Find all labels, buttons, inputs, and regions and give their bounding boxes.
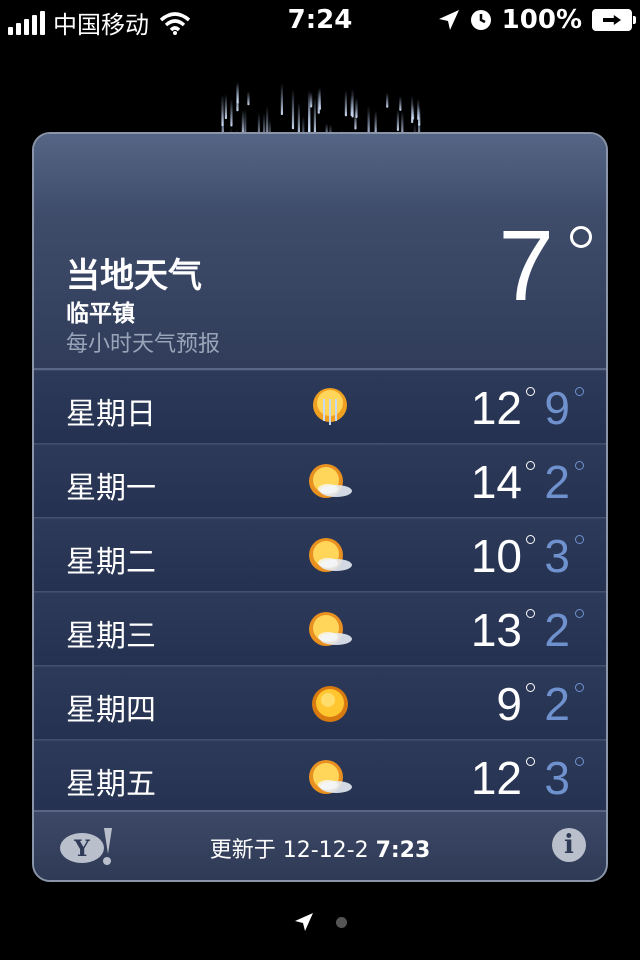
degree-symbol <box>575 461 584 470</box>
degree-symbol <box>526 757 535 766</box>
raindrop <box>297 102 300 136</box>
forecast-row: 星期五 12 3 <box>34 740 606 814</box>
raindrop <box>411 95 414 123</box>
card-footer: Y 更新于 12-12-2 7:23 i <box>34 810 606 880</box>
forecast-low: 2 <box>544 456 570 508</box>
raindrop <box>236 83 239 104</box>
forecast-high: 9 <box>496 678 522 730</box>
raindrop <box>399 96 402 111</box>
info-button[interactable]: i <box>552 828 586 862</box>
partly-cloudy-icon <box>309 464 352 498</box>
forecast-row: 星期四 9 2 <box>34 666 606 740</box>
raindrop <box>236 81 239 112</box>
location-icon <box>438 10 459 30</box>
forecast-row: 星期一 14 2 <box>34 444 606 518</box>
partly-cloudy-icon <box>309 760 352 794</box>
partly-cloudy-icon <box>309 612 352 646</box>
degree-symbol <box>526 461 535 470</box>
alarm-icon <box>470 10 491 30</box>
current-temperature: 7 <box>498 210 554 322</box>
forecast-row: 星期二 10 3 <box>34 518 606 592</box>
forecast-day: 星期二 <box>66 545 156 580</box>
raindrop <box>291 88 295 130</box>
current-conditions: 当地天气 临平镇 每小时天气预报 7 <box>34 134 606 370</box>
raindrop <box>318 87 322 110</box>
raindrop <box>417 98 420 120</box>
raindrop <box>230 98 233 127</box>
sunny-icon <box>312 686 348 722</box>
degree-symbol <box>575 683 584 692</box>
weather-card[interactable]: 当地天气 临平镇 每小时天气预报 7 星期日 12 9 星期一 14 2 星期二… <box>32 132 608 882</box>
updated-label: 更新于 <box>209 838 276 863</box>
degree-symbol <box>575 757 584 766</box>
raindrop <box>313 97 317 136</box>
degree-symbol <box>575 535 584 544</box>
degree-symbol <box>575 609 584 618</box>
forecast-low: 2 <box>544 604 570 656</box>
raindrop <box>344 90 348 117</box>
raindrop <box>310 92 313 108</box>
forecast-low: 3 <box>544 752 570 804</box>
forecast-row: 星期日 12 9 <box>34 370 606 444</box>
degree-symbol <box>570 226 592 248</box>
location-page-icon[interactable] <box>294 912 314 932</box>
forecast-day: 星期五 <box>66 767 156 802</box>
degree-symbol <box>575 387 584 396</box>
rain-sun-icon <box>313 388 347 425</box>
forecast-high: 14 <box>470 456 522 508</box>
forecast-day: 星期日 <box>66 397 156 432</box>
page-dot[interactable] <box>335 916 347 928</box>
raindrop <box>386 92 389 108</box>
raindrop <box>396 109 400 131</box>
updated-date: 12-12-2 <box>282 838 369 863</box>
raindrop <box>351 88 354 118</box>
partly-cloudy-icon <box>309 538 352 572</box>
forecast-day: 星期一 <box>66 471 156 506</box>
page-indicator[interactable] <box>0 912 640 932</box>
degree-symbol <box>526 609 535 618</box>
degree-symbol <box>526 535 535 544</box>
raindrop <box>308 89 311 134</box>
forecast-low: 3 <box>544 530 570 582</box>
raindrop <box>411 104 415 120</box>
status-bar: 中国移动 7:24 100% <box>0 0 640 40</box>
raindrop <box>221 94 224 127</box>
degree-symbol <box>526 387 535 396</box>
forecast-high: 13 <box>470 604 522 656</box>
forecast-high: 12 <box>470 752 522 804</box>
hourly-forecast-link[interactable]: 每小时天气预报 <box>66 326 220 358</box>
last-updated: 更新于 12-12-2 7:23 <box>34 832 606 864</box>
updated-time: 7:23 <box>375 838 431 863</box>
city-name: 临平镇 <box>66 301 135 327</box>
forecast-low: 2 <box>544 678 570 730</box>
raindrop <box>355 98 358 119</box>
forecast-day: 星期三 <box>66 619 156 654</box>
raindrop <box>317 89 320 114</box>
status-right: 100% <box>438 5 636 35</box>
forecast-list: 星期日 12 9 星期一 14 2 星期二 10 3 星期三 13 2 星期四 … <box>34 370 606 814</box>
forecast-low: 9 <box>544 382 570 434</box>
raindrop <box>280 83 284 116</box>
raindrop <box>418 107 421 126</box>
location-title: 当地天气 <box>66 256 202 296</box>
forecast-day: 星期四 <box>66 693 156 728</box>
raindrop <box>308 91 311 136</box>
raindrop <box>350 95 353 116</box>
raindrop <box>247 91 250 106</box>
battery-icon <box>592 9 636 31</box>
forecast-high: 12 <box>470 382 522 434</box>
degree-symbol <box>526 683 535 692</box>
battery-percent: 100% <box>501 5 582 35</box>
forecast-row: 星期三 13 2 <box>34 592 606 666</box>
forecast-high: 10 <box>470 530 522 582</box>
raindrop <box>224 94 228 120</box>
raindrop <box>354 110 357 130</box>
